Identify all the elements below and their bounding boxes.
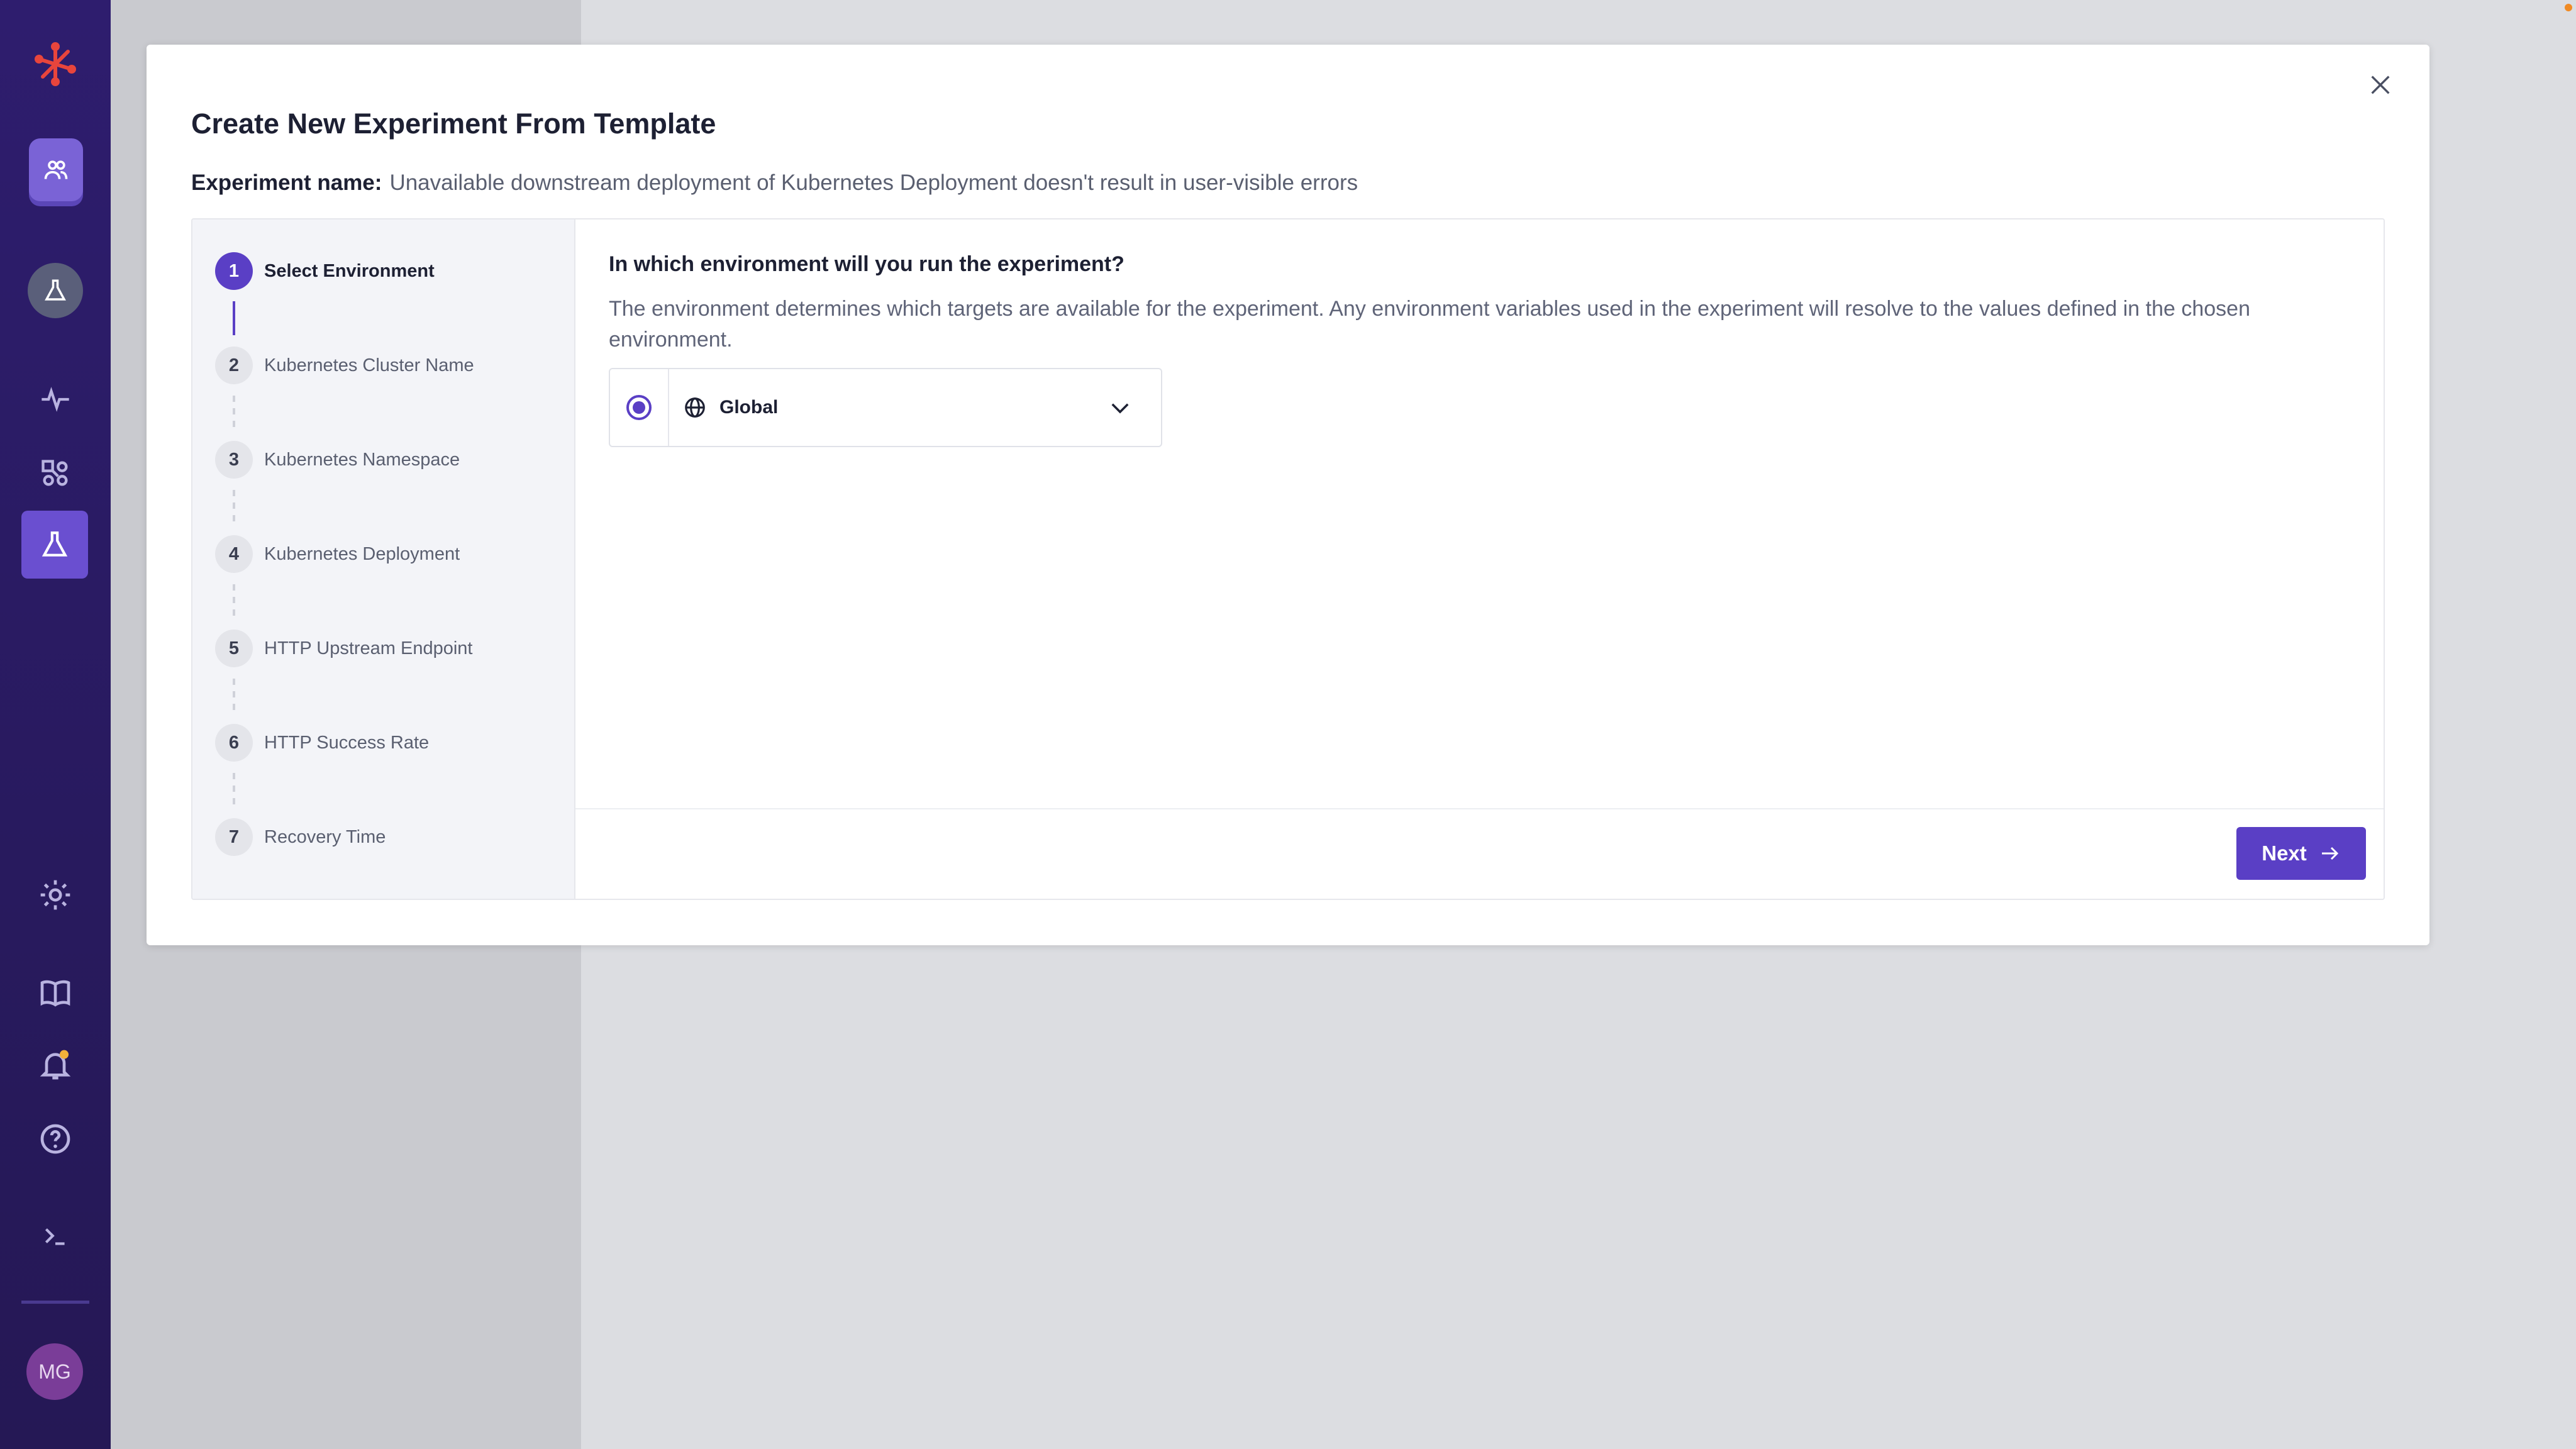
pulse-icon[interactable]	[0, 377, 111, 421]
step-label: Kubernetes Deployment	[264, 543, 460, 564]
experiment-name-value: Unavailable downstream deployment of Kub…	[389, 170, 1358, 195]
step-number: 3	[215, 441, 253, 479]
close-button[interactable]	[2360, 65, 2401, 105]
step-connector	[233, 773, 235, 807]
nav-rail: MG	[0, 0, 111, 1449]
step-number: 2	[215, 347, 253, 384]
environment-question: In which environment will you run the ex…	[609, 252, 1124, 276]
experiment-name: Experiment name: Unavailable downstream d…	[191, 170, 1358, 196]
environment-select[interactable]: Global	[609, 368, 1162, 447]
environment-value: Global	[719, 397, 779, 418]
terminal-icon[interactable]	[0, 1214, 111, 1258]
step-number: 7	[215, 818, 253, 856]
next-button-label: Next	[2262, 841, 2307, 865]
step-number: 4	[215, 535, 253, 573]
wizard-footer: Next	[575, 808, 2384, 899]
experiments-nav-item[interactable]	[21, 511, 88, 579]
step-4[interactable]: 4 Kubernetes Deployment	[215, 535, 460, 573]
team-icon	[44, 160, 68, 179]
step-connector	[233, 301, 235, 335]
step-number: 1	[215, 252, 253, 290]
environment-description: The environment determines which targets…	[609, 297, 2250, 352]
gear-icon[interactable]	[0, 873, 111, 917]
globe-icon	[683, 395, 708, 420]
experiments-icon	[42, 531, 68, 557]
step-connector	[233, 396, 235, 430]
create-experiment-modal: Create New Experiment From Template Expe…	[147, 45, 2429, 945]
team-button[interactable]	[29, 138, 83, 201]
modal-title: Create New Experiment From Template	[191, 108, 716, 140]
environment-radio[interactable]	[626, 395, 652, 420]
close-icon	[2371, 75, 2390, 94]
step-5[interactable]: 5 HTTP Upstream Endpoint	[215, 630, 473, 667]
step-1[interactable]: 1 Select Environment	[215, 252, 435, 290]
step-label: Kubernetes Cluster Name	[264, 355, 474, 375]
step-3[interactable]: 3 Kubernetes Namespace	[215, 441, 460, 479]
arrow-right-icon	[2318, 842, 2341, 865]
nav-divider	[21, 1301, 89, 1304]
step-number: 6	[215, 724, 253, 762]
step-connector	[233, 490, 235, 524]
logo-icon[interactable]	[0, 39, 111, 89]
step-label: HTTP Upstream Endpoint	[264, 638, 473, 658]
next-button[interactable]: Next	[2236, 827, 2366, 880]
step-content: In which environment will you run the ex…	[575, 219, 2384, 899]
step-connector	[233, 679, 235, 713]
flask-icon	[45, 279, 66, 301]
bell-icon[interactable]	[0, 1043, 111, 1087]
radio-wrapper[interactable]	[610, 369, 669, 446]
wizard-container: 1 Select Environment 2 Kubernetes Cluste…	[191, 218, 2385, 900]
lab-button[interactable]	[28, 263, 83, 318]
step-label: HTTP Success Rate	[264, 732, 430, 753]
step-number: 5	[215, 630, 253, 667]
step-label: Kubernetes Namespace	[264, 449, 460, 470]
step-2[interactable]: 2 Kubernetes Cluster Name	[215, 347, 474, 384]
nodes-icon[interactable]	[0, 452, 111, 496]
step-label: Recovery Time	[264, 826, 386, 847]
step-connector	[233, 584, 235, 618]
status-dot	[2565, 4, 2572, 11]
help-icon[interactable]	[0, 1117, 111, 1161]
chevron-down-icon[interactable]	[1107, 392, 1137, 423]
step-6[interactable]: 6 HTTP Success Rate	[215, 724, 429, 762]
step-7[interactable]: 7 Recovery Time	[215, 818, 386, 856]
book-icon[interactable]	[0, 971, 111, 1015]
avatar[interactable]: MG	[26, 1343, 83, 1400]
experiment-name-label: Experiment name:	[191, 170, 382, 195]
step-label: Select Environment	[264, 260, 435, 281]
step-list: 1 Select Environment 2 Kubernetes Cluste…	[192, 219, 575, 899]
